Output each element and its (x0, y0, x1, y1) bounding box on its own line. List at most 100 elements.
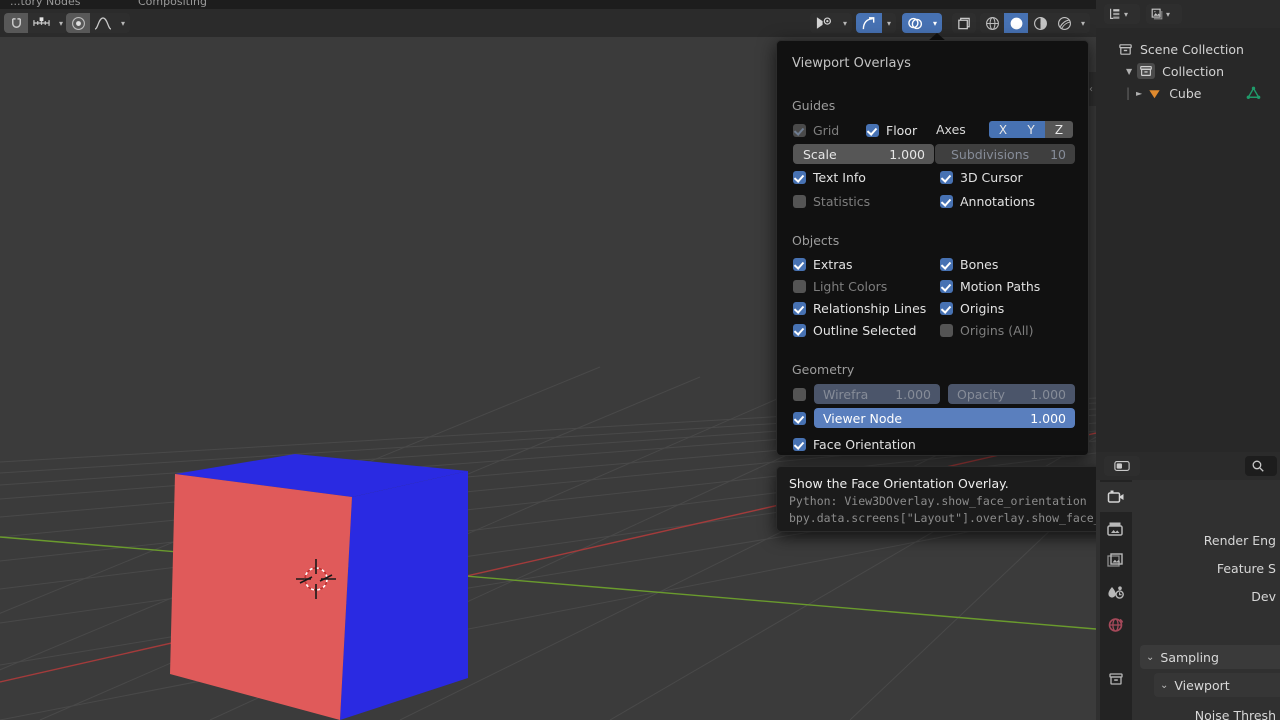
toggle-xray-icon[interactable] (952, 13, 976, 33)
checkbox-face-orientation[interactable]: Face Orientation (793, 436, 916, 452)
collection-icon (1109, 673, 1123, 685)
properties-tab-output[interactable] (1100, 514, 1132, 544)
overlays-dropdown-caret[interactable]: ▾ (928, 13, 942, 33)
checkbox-text-info[interactable]: Text Info (793, 169, 866, 185)
axis-y-toggle[interactable]: Y (1017, 121, 1045, 138)
checkbox-light-colors[interactable]: Light Colors (793, 278, 887, 294)
shading-wireframe-icon[interactable] (980, 13, 1004, 33)
axis-y-line (0, 536, 1096, 630)
shading-dropdown-caret[interactable]: ▾ (1076, 13, 1090, 33)
collection-expander-icon[interactable]: ▼ (1126, 67, 1132, 76)
menubar-item-geometry-nodes[interactable]: ...tory Nodes (10, 0, 81, 8)
grid-checkbox-box[interactable] (793, 123, 806, 137)
viewer-node-value: 1.000 (1030, 410, 1066, 426)
menubar[interactable]: ...tory Nodes Compositing (0, 0, 1096, 9)
checkbox-motion-paths[interactable]: Motion Paths (940, 278, 1040, 294)
proportional-edit-icon[interactable] (66, 13, 90, 33)
popover-title: Viewport Overlays (792, 56, 911, 71)
statistics-checkbox-box[interactable] (793, 194, 806, 208)
properties-search-input[interactable] (1245, 456, 1277, 476)
origins-all-label: Origins (All) (960, 322, 1034, 338)
checkbox-origins[interactable]: Origins (940, 300, 1004, 316)
checkbox-wireframe[interactable] (793, 386, 806, 402)
cube-expander-icon[interactable]: ► (1136, 89, 1142, 98)
properties-editor-type-button[interactable] (1104, 456, 1140, 476)
checkbox-floor[interactable]: Floor (866, 122, 917, 138)
axis-x-toggle[interactable]: X (989, 121, 1017, 138)
viewer-node-checkbox-box[interactable] (793, 411, 806, 425)
motion-paths-checkbox-box[interactable] (940, 279, 953, 293)
outliner-filter-button[interactable]: ▾ (1146, 4, 1182, 24)
panel-viewport[interactable]: ⌄ Viewport (1154, 673, 1280, 697)
shading-mode-group: ▾ (980, 13, 1090, 33)
cursor-3d-label: 3D Cursor (960, 169, 1023, 185)
shading-material-preview-icon[interactable] (1028, 13, 1052, 33)
checkbox-grid[interactable]: Grid (793, 122, 839, 138)
checkbox-relationship-lines[interactable]: Relationship Lines (793, 300, 926, 316)
checkbox-outline-selected[interactable]: Outline Selected (793, 322, 916, 338)
opacity-slider[interactable]: Opacity 1.000 (948, 384, 1075, 404)
outliner-label-cube: Cube (1169, 85, 1202, 101)
opacity-label: Opacity (957, 386, 1006, 402)
subdivisions-value: 10 (1050, 146, 1066, 162)
properties-tab-view-layer[interactable] (1100, 546, 1132, 576)
annotations-checkbox-box[interactable] (940, 194, 953, 208)
object-visibility-icon[interactable] (810, 13, 838, 33)
viewer-node-slider[interactable]: Viewer Node 1.000 (814, 408, 1075, 428)
properties-tab-render[interactable] (1100, 482, 1132, 512)
magnet-icon[interactable] (4, 13, 28, 33)
checkbox-viewer-node[interactable] (793, 410, 806, 426)
checkbox-annotations[interactable]: Annotations (940, 193, 1035, 209)
origins-label: Origins (960, 300, 1005, 316)
checkbox-origins-all[interactable]: Origins (All) (940, 322, 1034, 338)
shading-solid-icon[interactable] (1004, 13, 1028, 33)
menubar-item-compositing[interactable]: Compositing (138, 0, 207, 8)
floor-checkbox-box[interactable] (866, 123, 879, 137)
checkbox-extras[interactable]: Extras (793, 256, 853, 272)
cursor-3d-checkbox-box[interactable] (940, 170, 953, 184)
origins-all-checkbox-box[interactable] (940, 323, 953, 337)
checkbox-statistics[interactable]: Statistics (793, 193, 870, 209)
properties-tab-scene[interactable] (1100, 578, 1132, 608)
outliner-row-collection[interactable]: ▼ Collection (1096, 60, 1280, 82)
relationship-lines-label: Relationship Lines (813, 300, 927, 316)
axis-z-toggle[interactable]: Z (1045, 121, 1073, 138)
checkbox-bones[interactable]: Bones (940, 256, 998, 272)
grid-label: Grid (813, 122, 840, 138)
smooth-falloff-icon[interactable] (90, 13, 116, 33)
text-info-checkbox-box[interactable] (793, 170, 806, 184)
overlays-icon[interactable] (902, 13, 928, 33)
wireframe-checkbox-box[interactable] (793, 387, 806, 401)
collection-icon (1119, 43, 1132, 55)
gizmo-dropdown-caret[interactable]: ▾ (882, 13, 896, 33)
outline-selected-checkbox-box[interactable] (793, 323, 806, 337)
panel-sampling[interactable]: ⌄ Sampling (1140, 645, 1280, 669)
origins-checkbox-box[interactable] (940, 301, 953, 315)
properties-tab-world[interactable] (1100, 610, 1132, 640)
outliner-row-cube[interactable]: | ► Cube (1096, 82, 1280, 104)
relationship-lines-checkbox-box[interactable] (793, 301, 806, 315)
properties-tab-collection[interactable] (1100, 664, 1132, 694)
checkbox-3d-cursor[interactable]: 3D Cursor (940, 169, 1023, 185)
cube-face-right (340, 471, 468, 720)
shading-rendered-icon[interactable] (1052, 13, 1076, 33)
face-orientation-checkbox-box[interactable] (793, 437, 806, 451)
subdivisions-slider[interactable]: Subdivisions 10 (935, 144, 1075, 164)
sampling-expander-icon: ⌄ (1146, 651, 1155, 663)
visibility-dropdown-caret[interactable]: ▾ (838, 13, 852, 33)
collection-icon (1140, 66, 1152, 76)
gizmo-icon[interactable] (856, 13, 882, 33)
wireframe-slider[interactable]: Wirefra 1.000 (814, 384, 940, 404)
outliner-row-scene-collection[interactable]: Scene Collection (1096, 38, 1280, 60)
light-colors-checkbox-box[interactable] (793, 279, 806, 293)
falloff-dropdown-caret[interactable]: ▾ (116, 13, 130, 33)
section-guides-label: Guides (792, 98, 836, 113)
grid-scale-slider[interactable]: Scale 1.000 (793, 144, 934, 164)
extras-checkbox-box[interactable] (793, 257, 806, 271)
snap-increment-icon[interactable] (28, 13, 54, 33)
toggle-xray-group (952, 13, 976, 33)
camera-back-icon (1107, 490, 1124, 503)
bones-checkbox-box[interactable] (940, 257, 953, 271)
mesh-object-icon (1149, 89, 1160, 98)
outliner-display-mode-button[interactable]: ▾ (1104, 4, 1140, 24)
